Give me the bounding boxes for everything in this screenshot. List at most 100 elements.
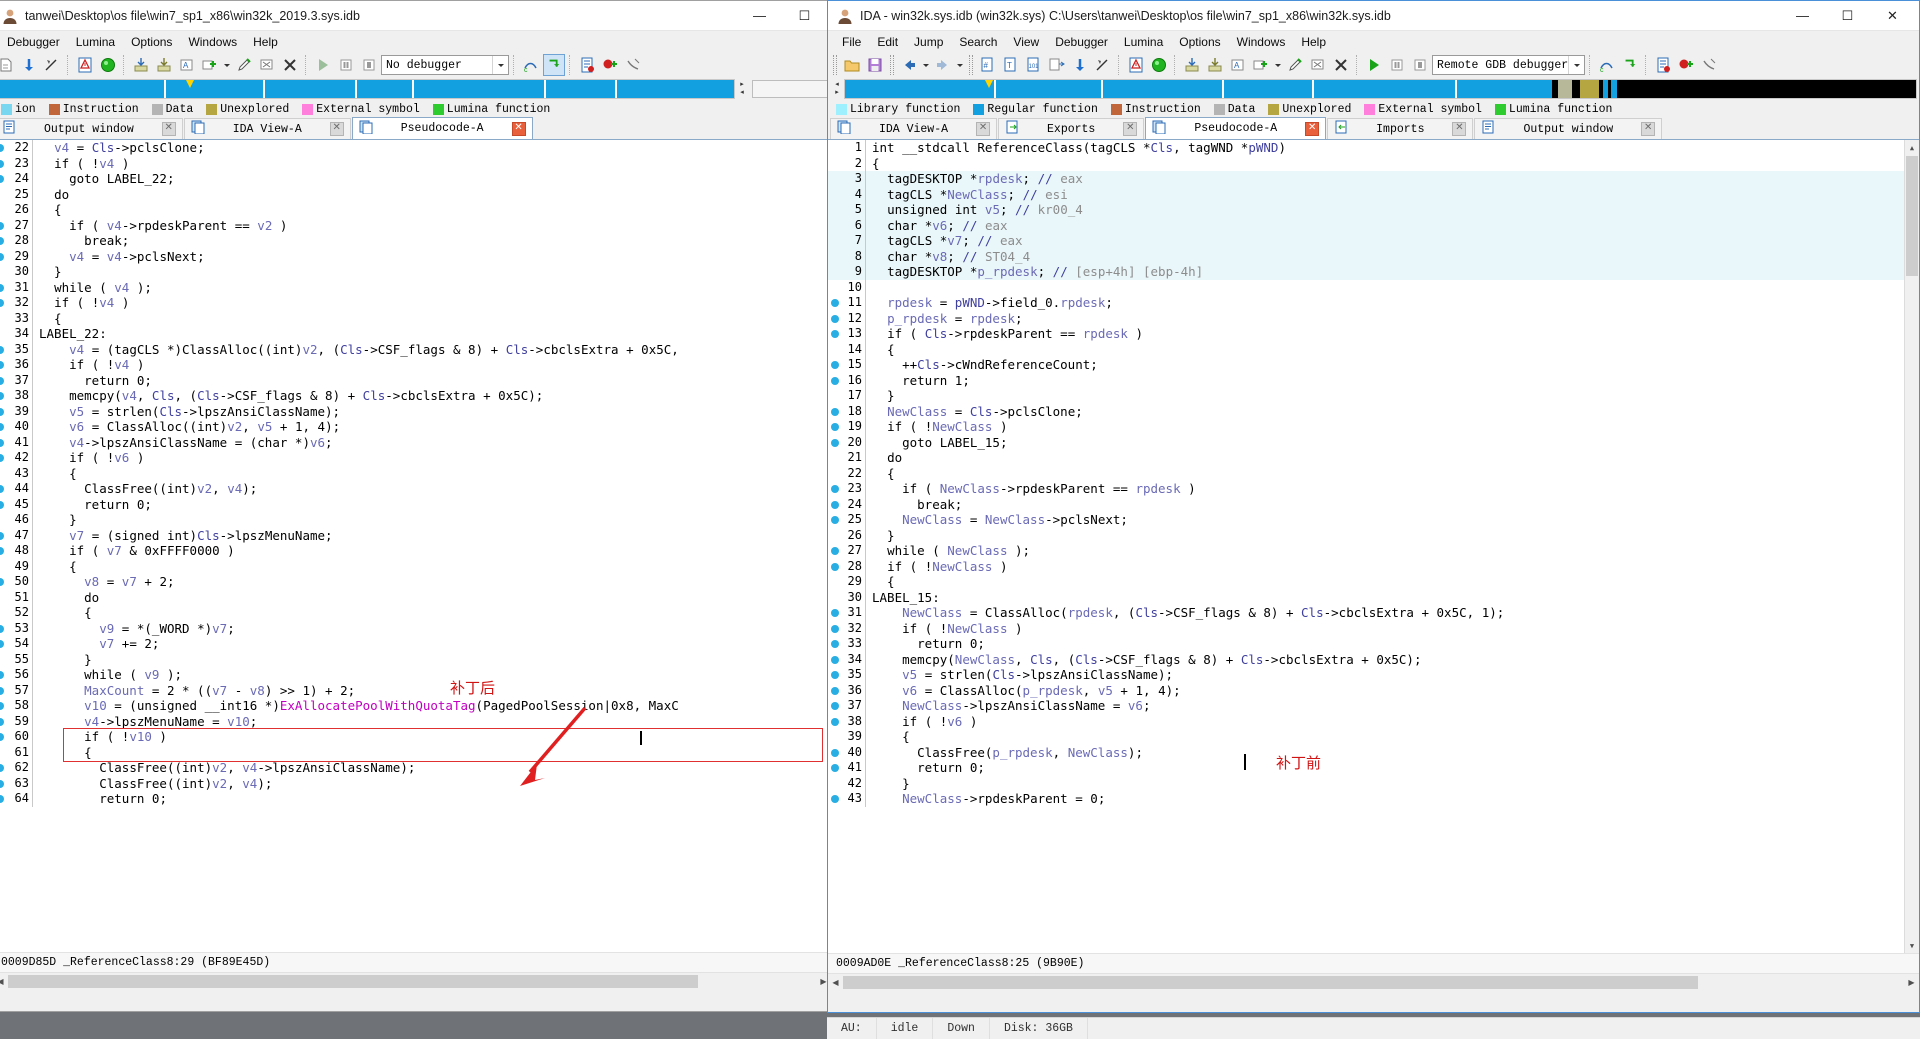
breakpoint-dot[interactable] bbox=[831, 485, 839, 493]
code-line[interactable]: 13 if ( Cls->rpdeskParent == rpdesk ) bbox=[828, 326, 1919, 342]
code-text[interactable]: { bbox=[866, 574, 895, 590]
code-text[interactable]: break; bbox=[33, 233, 129, 249]
code-text[interactable]: v5 = strlen(Cls->lpszAnsiClassName); bbox=[866, 667, 1173, 683]
code-line[interactable]: 6 char *v6; // eax bbox=[828, 217, 1919, 233]
line-gutter[interactable]: 23 bbox=[828, 481, 866, 497]
code-text[interactable]: { bbox=[33, 559, 77, 575]
line-gutter[interactable]: 46 bbox=[0, 512, 33, 528]
hscroll-thumb[interactable] bbox=[8, 974, 698, 988]
code-line[interactable]: 38 if ( !v6 ) bbox=[828, 713, 1919, 730]
tab-ida-view-a[interactable]: IDA View-A ✕ bbox=[830, 118, 998, 139]
breakpoint-dot[interactable] bbox=[0, 733, 4, 741]
breakpoint-dot[interactable] bbox=[831, 361, 839, 369]
right-minimize-button[interactable]: — bbox=[1780, 1, 1825, 30]
code-line[interactable]: 12 p_rpdesk = rpdesk; bbox=[828, 310, 1919, 326]
right-pseudocode-view[interactable]: 1 int __stdcall ReferenceClass(tagCLS *Cl… bbox=[828, 140, 1919, 953]
left-maximize-button[interactable]: ☐ bbox=[782, 1, 827, 30]
code-text[interactable]: v7 = (signed int)Cls->lpszMenuName; bbox=[33, 528, 332, 544]
left-tabstrip[interactable]: Output window ✕ IDA View-A ✕ Pseudocode-… bbox=[0, 117, 831, 140]
code-line[interactable]: 32 if ( !NewClass ) bbox=[828, 620, 1919, 636]
step-down-icon[interactable] bbox=[18, 54, 40, 76]
code-line[interactable]: 22 { bbox=[828, 465, 1919, 481]
line-gutter[interactable]: 41 bbox=[828, 760, 866, 776]
line-gutter[interactable]: 59 bbox=[0, 713, 33, 729]
code-line[interactable]: 23 if ( !v4 ) bbox=[0, 155, 831, 171]
breakpoint-dot[interactable] bbox=[831, 795, 839, 803]
code-text[interactable]: tagDESKTOP *rpdesk; // eax bbox=[866, 171, 1083, 187]
code-text[interactable]: v4->lpszMenuName = v10; bbox=[33, 714, 257, 730]
code-line[interactable]: 44 ClassFree((int)v2, v4); bbox=[0, 481, 831, 497]
line-gutter[interactable]: 8 bbox=[828, 248, 866, 264]
code-text[interactable]: if ( !v4 ) bbox=[33, 295, 129, 311]
line-gutter[interactable]: 29 bbox=[828, 574, 866, 590]
step-into-icon[interactable] bbox=[1619, 54, 1641, 76]
breakpoint-dot[interactable] bbox=[0, 392, 4, 400]
line-gutter[interactable]: 61 bbox=[0, 744, 33, 760]
code-text[interactable]: if ( !v6 ) bbox=[866, 714, 977, 730]
code-text[interactable]: MaxCount = 2 * ((v7 - v8) >> 1) + 2; bbox=[33, 683, 355, 699]
code-line[interactable]: 24 break; bbox=[828, 496, 1919, 512]
right-toolbar[interactable]: # T 101 A Remote GDB debugger c bbox=[828, 52, 1919, 78]
code-text[interactable]: } bbox=[866, 388, 895, 404]
code-text[interactable]: v4 = Cls->pclsClone; bbox=[33, 140, 205, 156]
code-line[interactable]: 49 { bbox=[0, 558, 831, 575]
breakpoint-dot[interactable] bbox=[0, 252, 4, 261]
code-line[interactable]: 42 } bbox=[828, 775, 1919, 791]
code-line[interactable]: 55 } bbox=[0, 651, 831, 668]
breakpoint-dot[interactable] bbox=[0, 376, 4, 385]
code-line[interactable]: 58 v10 = (unsigned __int16 *)ExAllocateP… bbox=[0, 698, 831, 714]
tab-close-icon[interactable]: ✕ bbox=[1641, 122, 1656, 136]
code-text[interactable]: if ( !NewClass ) bbox=[866, 419, 1007, 435]
line-gutter[interactable]: 36 bbox=[828, 682, 866, 698]
code-line[interactable]: 51 do bbox=[0, 589, 831, 605]
code-text[interactable]: return 0; bbox=[33, 373, 152, 389]
breakpoint-dot[interactable] bbox=[831, 438, 839, 447]
debugger-select[interactable]: Remote GDB debugger bbox=[1432, 55, 1586, 75]
code-line[interactable]: 11 rpdesk = pWND->field_0.rpdesk; bbox=[828, 295, 1919, 311]
line-gutter[interactable]: 33 bbox=[0, 310, 33, 326]
code-line[interactable]: 36 if ( !v4 ) bbox=[0, 357, 831, 373]
tab-output-window[interactable]: Output window ✕ bbox=[0, 118, 183, 139]
code-text[interactable]: tagDESKTOP *p_rpdesk; // [esp+4h] [ebp-4… bbox=[866, 264, 1203, 280]
breakpoint-dot[interactable] bbox=[831, 516, 839, 524]
breakpoint-dot[interactable] bbox=[831, 764, 839, 772]
search-binary-icon[interactable]: 101 bbox=[1023, 54, 1045, 76]
breakpoint-dot[interactable] bbox=[831, 624, 839, 633]
right-close-button[interactable]: ✕ bbox=[1870, 1, 1915, 30]
code-line[interactable]: 22 v4 = Cls->pclsClone; bbox=[0, 140, 831, 156]
tab-exports[interactable]: Exports ✕ bbox=[998, 118, 1145, 139]
code-text[interactable]: v6 = ClassAlloc((int)v2, v5 + 1, 4); bbox=[33, 419, 340, 435]
undefine-icon[interactable] bbox=[1092, 54, 1114, 76]
breakpoint-dot[interactable] bbox=[831, 547, 839, 555]
line-gutter[interactable]: 39 bbox=[0, 403, 33, 419]
code-text[interactable]: } bbox=[33, 652, 92, 668]
hscroll-right-arrow[interactable]: ▶ bbox=[1904, 978, 1919, 987]
line-gutter[interactable]: 30 bbox=[828, 589, 866, 605]
remove-breakpoint-icon[interactable] bbox=[1698, 54, 1720, 76]
line-gutter[interactable]: 28 bbox=[828, 558, 866, 574]
breakpoint-dot[interactable] bbox=[0, 779, 4, 788]
line-gutter[interactable]: 36 bbox=[0, 357, 33, 373]
line-gutter[interactable]: 40 bbox=[828, 744, 866, 760]
line-gutter[interactable]: 40 bbox=[0, 419, 33, 435]
code-text[interactable]: if ( NewClass->rpdeskParent == rpdesk ) bbox=[866, 481, 1196, 497]
code-line[interactable]: 21 do bbox=[828, 450, 1919, 466]
code-line[interactable]: 46 } bbox=[0, 512, 831, 528]
code-text[interactable]: return 0; bbox=[33, 791, 167, 807]
breakpoint-dot[interactable] bbox=[0, 640, 4, 648]
search-hex-icon[interactable]: # bbox=[977, 54, 999, 76]
code-text[interactable]: goto LABEL_15; bbox=[866, 435, 1007, 451]
line-gutter[interactable]: 11 bbox=[828, 295, 866, 311]
line-gutter[interactable]: 17 bbox=[828, 388, 866, 404]
left-pseudocode-view[interactable]: 22 v4 = Cls->pclsClone; 23 if ( !v4 ) 24 g… bbox=[0, 140, 831, 952]
code-line[interactable]: 56 while ( v9 ); bbox=[0, 667, 831, 683]
menu-item-view[interactable]: View bbox=[1005, 33, 1047, 51]
ida-window-right[interactable]: IDA - win32k.sys.idb (win32k.sys) C:\Use… bbox=[827, 0, 1920, 1013]
tab-close-icon[interactable]: ✕ bbox=[1123, 122, 1138, 136]
breakpoint-dot[interactable] bbox=[0, 221, 4, 230]
line-gutter[interactable]: 42 bbox=[828, 775, 866, 791]
code-line[interactable]: 63 ClassFree((int)v2, v4); bbox=[0, 775, 831, 791]
breakpoint-dot[interactable] bbox=[0, 407, 4, 416]
tab-close-icon[interactable]: ✕ bbox=[329, 122, 344, 136]
line-gutter[interactable]: 43 bbox=[0, 465, 33, 481]
